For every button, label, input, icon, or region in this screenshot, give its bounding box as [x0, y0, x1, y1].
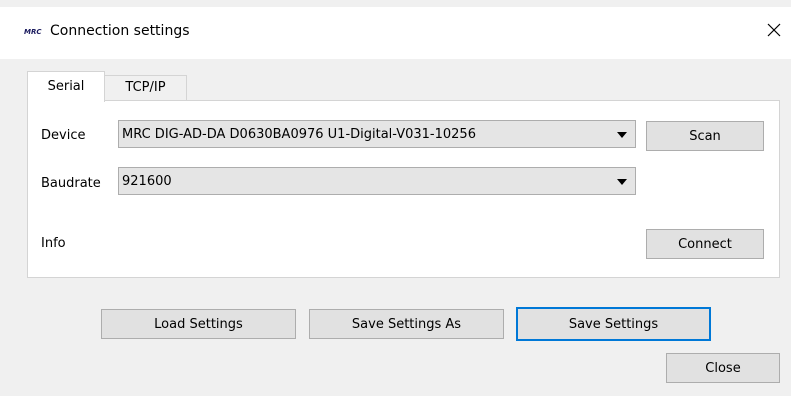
- device-label: Device: [41, 128, 86, 143]
- tab-serial[interactable]: Serial: [27, 71, 105, 102]
- connection-settings-dialog: MRC Connection settings Serial TCP/IP De…: [0, 0, 791, 396]
- chevron-down-icon: [617, 179, 627, 185]
- chevron-down-icon: [617, 132, 627, 138]
- mrc-logo-icon: MRC: [24, 28, 42, 36]
- baudrate-label: Baudrate: [41, 176, 101, 191]
- info-label: Info: [41, 236, 66, 251]
- scan-button[interactable]: Scan: [646, 121, 764, 151]
- save-settings-as-button[interactable]: Save Settings As: [309, 309, 504, 339]
- window-title: Connection settings: [50, 23, 190, 39]
- device-select[interactable]: MRC DIG-AD-DA D0630BA0976 U1-Digital-V03…: [118, 120, 636, 148]
- connect-button[interactable]: Connect: [646, 229, 764, 259]
- baudrate-select-value: 921600: [122, 174, 172, 189]
- logo-text: MRC: [24, 28, 42, 36]
- close-button[interactable]: Close: [666, 353, 780, 383]
- load-settings-button[interactable]: Load Settings: [101, 309, 296, 339]
- tab-tcpip[interactable]: TCP/IP: [105, 75, 187, 101]
- save-settings-button[interactable]: Save Settings: [516, 307, 711, 341]
- close-icon[interactable]: [762, 18, 786, 42]
- baudrate-select[interactable]: 921600: [118, 167, 636, 195]
- device-select-value: MRC DIG-AD-DA D0630BA0976 U1-Digital-V03…: [122, 127, 476, 142]
